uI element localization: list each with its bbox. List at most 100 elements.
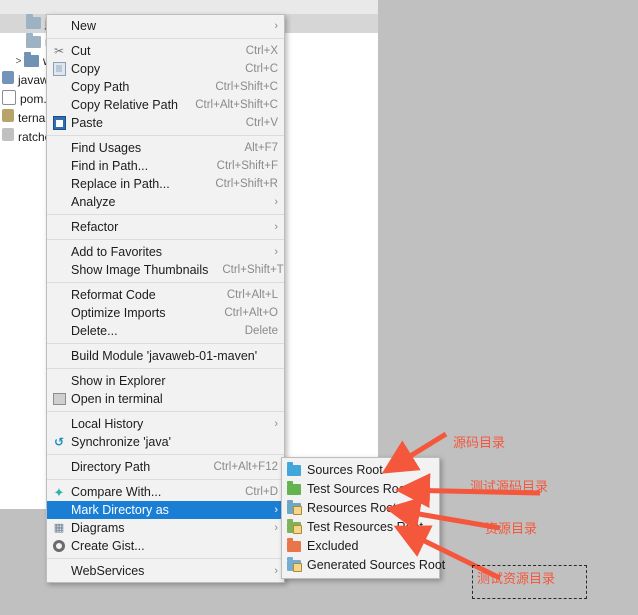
menu-item-add-to-favorites[interactable]: Add to Favorites › <box>47 243 284 261</box>
menu-item-show-in-explorer[interactable]: Show in Explorer <box>47 372 284 390</box>
blank-icon-slot <box>47 157 71 175</box>
menu-separator <box>47 411 284 412</box>
folder-icon <box>26 14 41 29</box>
menu-item-label: Show in Explorer <box>71 374 166 388</box>
chevron-right-icon: › <box>274 418 278 430</box>
menu-item-shortcut: Delete <box>244 325 278 337</box>
menu-item-open-in-terminal[interactable]: Open in terminal <box>47 390 284 408</box>
blank-icon-slot <box>47 218 71 236</box>
blank-icon-slot <box>47 562 71 580</box>
menu-item-label: Analyze <box>71 195 116 209</box>
menu-item-new[interactable]: New › <box>47 17 284 35</box>
menu-item-label: Replace in Path... <box>71 177 170 191</box>
menu-item-build-module[interactable]: Build Module 'javaweb-01-maven' <box>47 347 284 365</box>
submenu-item-resources-root[interactable]: Resources Root <box>282 499 439 518</box>
submenu-item-excluded[interactable]: Excluded <box>282 537 439 556</box>
menu-item-show-image-thumbnails[interactable]: Show Image Thumbnails Ctrl+Shift+T <box>47 261 284 279</box>
menu-item-optimize-imports[interactable]: Optimize Imports Ctrl+Alt+O <box>47 304 284 322</box>
blank-icon-slot <box>47 347 71 365</box>
sync-icon: ↺ <box>53 435 65 449</box>
gist-icon <box>47 537 71 555</box>
menu-item-shortcut: Ctrl+X <box>245 45 278 57</box>
menu-item-shortcut: Ctrl+Alt+Shift+C <box>195 99 278 111</box>
submenu-item-generated-sources-root[interactable]: Generated Sources Root <box>282 556 445 575</box>
submenu-item-label: Test Sources Root <box>307 482 410 496</box>
blank-icon-slot <box>47 304 71 322</box>
menu-item-copy-path[interactable]: Copy Path Ctrl+Shift+C <box>47 78 284 96</box>
generated-sources-root-folder-icon <box>287 557 307 572</box>
menu-item-find-usages[interactable]: Find Usages Alt+F7 <box>47 139 284 157</box>
screenshot-root: java re >w javaweb pom.xm ternal Lib rat… <box>0 0 638 615</box>
menu-item-shortcut: Ctrl+Alt+L <box>226 289 278 301</box>
menu-item-compare-with[interactable]: ✦ Compare With... Ctrl+D <box>47 483 284 501</box>
sources-root-folder-icon <box>287 462 307 476</box>
chevron-right-icon: › <box>274 246 278 258</box>
blank-icon-slot <box>47 261 71 279</box>
menu-item-shortcut: Ctrl+Shift+R <box>215 178 278 190</box>
submenu-item-test-resources-root[interactable]: Test Resources Root <box>282 518 439 537</box>
scratches-icon <box>2 128 14 141</box>
mark-directory-as-submenu[interactable]: Sources Root Test Sources Root Resources… <box>281 457 445 579</box>
test-sources-root-folder-icon <box>287 481 307 495</box>
menu-item-synchronize[interactable]: ↺ Synchronize 'java' <box>47 433 284 451</box>
menu-item-shortcut: Ctrl+Shift+C <box>215 81 278 93</box>
folder-icon <box>24 52 39 67</box>
menu-item-shortcut: Ctrl+D <box>245 486 278 498</box>
menu-item-shortcut: Ctrl+Shift+F <box>216 160 278 172</box>
menu-item-label: New <box>71 19 97 33</box>
menu-item-analyze[interactable]: Analyze › <box>47 193 284 211</box>
blank-icon-slot <box>47 17 71 35</box>
submenu-item-test-sources-root[interactable]: Test Sources Root <box>282 480 439 499</box>
menu-item-copy-relative-path[interactable]: Copy Relative Path Ctrl+Alt+Shift+C <box>47 96 284 114</box>
blank-icon-slot <box>47 415 71 433</box>
chevron-right-icon: › <box>274 504 278 516</box>
menu-separator <box>47 454 284 455</box>
copy-icon <box>47 60 71 78</box>
menu-item-create-gist[interactable]: Create Gist... <box>47 537 284 555</box>
menu-item-reformat-code[interactable]: Reformat Code Ctrl+Alt+L <box>47 286 284 304</box>
menu-item-replace-in-path[interactable]: Replace in Path... Ctrl+Shift+R <box>47 175 284 193</box>
menu-item-local-history[interactable]: Local History › <box>47 415 284 433</box>
menu-item-find-in-path[interactable]: Find in Path... Ctrl+Shift+F <box>47 157 284 175</box>
chevron-right-icon: › <box>274 522 278 534</box>
menu-item-label: Copy <box>71 62 101 76</box>
menu-item-label: Reformat Code <box>71 288 156 302</box>
chevron-right-icon: › <box>274 196 278 208</box>
menu-item-label: Copy Relative Path <box>71 98 179 112</box>
menu-separator <box>47 282 284 283</box>
menu-item-cut[interactable]: ✂ Cut Ctrl+X <box>47 42 284 60</box>
menu-item-label: Compare With... <box>71 485 162 499</box>
menu-item-label: Find Usages <box>71 141 142 155</box>
blank-icon-slot <box>47 78 71 96</box>
menu-item-delete[interactable]: Delete... Delete <box>47 322 284 340</box>
blank-icon-slot <box>47 501 71 519</box>
blank-icon-slot <box>47 96 71 114</box>
menu-item-webservices[interactable]: WebServices › <box>47 562 284 580</box>
menu-item-label: Mark Directory as <box>71 503 169 517</box>
menu-item-label: Paste <box>71 116 103 130</box>
menu-item-label: Optimize Imports <box>71 306 166 320</box>
project-view-context-menu[interactable]: New › ✂ Cut Ctrl+X Copy Ctrl+C Copy Path… <box>46 14 285 583</box>
menu-separator <box>47 479 284 480</box>
submenu-item-sources-root[interactable]: Sources Root <box>282 461 439 480</box>
menu-item-label: Local History <box>71 417 144 431</box>
paste-icon <box>47 114 71 132</box>
menu-item-directory-path[interactable]: Directory Path Ctrl+Alt+F12 <box>47 458 284 476</box>
menu-item-paste[interactable]: Paste Ctrl+V <box>47 114 284 132</box>
chevron-right-icon[interactable]: > <box>13 52 24 71</box>
menu-item-label: Directory Path <box>71 460 151 474</box>
diagram-icon: ▦ <box>53 521 65 534</box>
scissors-icon: ✂ <box>53 44 65 58</box>
menu-separator <box>47 368 284 369</box>
menu-item-diagrams[interactable]: ▦ Diagrams › <box>47 519 284 537</box>
menu-item-label: Open in terminal <box>71 392 163 406</box>
menu-item-label: Create Gist... <box>71 539 145 553</box>
excluded-folder-icon <box>287 538 307 552</box>
xml-file-icon <box>2 90 16 105</box>
test-resources-root-folder-icon <box>287 519 307 534</box>
menu-separator <box>47 343 284 344</box>
menu-item-refactor[interactable]: Refactor › <box>47 218 284 236</box>
menu-item-mark-directory-as[interactable]: Mark Directory as › <box>47 501 284 519</box>
menu-item-copy[interactable]: Copy Ctrl+C <box>47 60 284 78</box>
menu-item-label: WebServices <box>71 564 145 578</box>
